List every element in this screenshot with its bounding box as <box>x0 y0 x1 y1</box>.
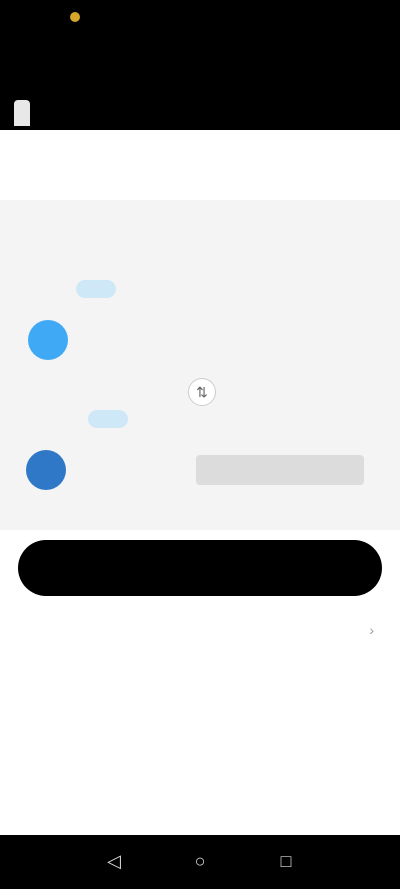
receive-badge <box>88 410 128 428</box>
swap-arrows-icon[interactable]: ⇅ <box>188 378 216 406</box>
pay-badge <box>76 280 116 298</box>
recents-icon[interactable]: □ <box>272 849 300 873</box>
top-navigation <box>0 150 400 190</box>
app-header <box>0 36 400 130</box>
coin-icon <box>26 450 66 490</box>
header-logo[interactable] <box>14 100 30 126</box>
home-icon[interactable]: ○ <box>186 849 214 873</box>
coin-icon <box>28 320 68 360</box>
receive-amount-field <box>196 455 364 485</box>
rate-row[interactable]: › <box>34 618 374 646</box>
chevron-right-icon: › <box>369 622 374 638</box>
status-bar <box>0 0 400 36</box>
notification-dot-icon <box>70 12 80 22</box>
system-nav-bar: ◁ ○ □ <box>0 835 400 889</box>
back-icon[interactable]: ◁ <box>100 849 128 873</box>
primary-action-button[interactable] <box>18 540 382 596</box>
swap-tabs <box>20 218 380 254</box>
